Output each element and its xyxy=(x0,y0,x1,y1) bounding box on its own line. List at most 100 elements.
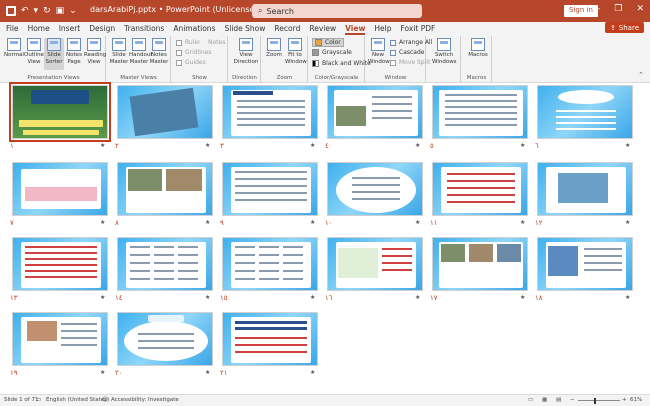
slide-thumbnail[interactable] xyxy=(222,85,318,139)
zoom-label-line1: Zoom xyxy=(266,52,282,58)
minimize-icon[interactable]: — xyxy=(591,4,600,14)
zoom-slider[interactable] xyxy=(578,400,620,401)
reading-view-button[interactable]: Reading View xyxy=(84,38,106,65)
slide-thumbnail[interactable] xyxy=(12,237,108,291)
search-input[interactable]: ⌕ Search xyxy=(252,4,422,18)
zoom-level[interactable]: 61% xyxy=(630,397,642,403)
share-button[interactable]: ⇪ Share xyxy=(604,22,644,33)
guides-checkbox[interactable]: Guides xyxy=(176,59,206,66)
language-icon[interactable]: ▭ xyxy=(36,397,41,403)
handout-master-button[interactable]: Handout Master xyxy=(129,38,153,65)
slide-sorter-view-icon[interactable]: ▦ xyxy=(542,397,547,403)
slide-thumbnail[interactable] xyxy=(327,162,423,216)
slide-thumbnail[interactable] xyxy=(327,237,423,291)
slide-thumbnail[interactable] xyxy=(9,82,111,142)
search-icon: ⌕ xyxy=(258,6,263,15)
black-and-white-button[interactable]: Black and White xyxy=(312,60,371,67)
title-tag xyxy=(148,315,184,322)
slide-thumbnail[interactable] xyxy=(12,162,108,216)
slide-thumbnail[interactable] xyxy=(117,85,213,139)
slide-thumbnail[interactable] xyxy=(432,85,528,139)
tab-view[interactable]: View xyxy=(345,24,366,35)
slide-thumbnail[interactable] xyxy=(222,237,318,291)
content-card xyxy=(231,167,311,213)
normal-view-button[interactable]: Normal xyxy=(4,38,24,59)
slide-thumbnail[interactable] xyxy=(432,237,528,291)
ribbon-tabs: File Home Insert Design Transitions Animation… xyxy=(0,22,650,35)
slide-thumbnail[interactable] xyxy=(432,162,528,216)
arrange-all-button[interactable]: Arrange All xyxy=(390,39,432,46)
zoom-button[interactable]: Zoom xyxy=(264,38,284,59)
tab-review[interactable]: Review xyxy=(309,24,336,33)
text-line xyxy=(237,106,305,108)
zoom-out-button[interactable]: − xyxy=(570,397,575,403)
notes-master-button[interactable]: Notes Master xyxy=(149,38,169,65)
tab-help[interactable]: Help xyxy=(374,24,391,33)
quick-access-toolbar: ↶ ▾ ↻ ▣ ⌄ xyxy=(0,6,77,16)
gridlines-checkbox[interactable]: Gridlines xyxy=(176,49,212,56)
present-icon[interactable]: ▣ xyxy=(56,6,65,16)
undo-dropdown-icon[interactable]: ▾ xyxy=(34,6,39,16)
undo-icon[interactable]: ↶ xyxy=(21,6,29,16)
save-icon[interactable] xyxy=(6,6,16,16)
outline-view-button[interactable]: Outline View xyxy=(24,38,44,65)
slide-thumbnail[interactable] xyxy=(117,237,213,291)
slide-master-button[interactable]: Slide Master xyxy=(109,38,129,65)
notes-page-button[interactable]: Notes Page xyxy=(64,38,84,65)
grayscale-button[interactable]: Grayscale xyxy=(312,49,352,56)
accessibility-status[interactable]: Accessibility: Investigate xyxy=(111,397,179,403)
window-group: New Window Arrange All Cascade Move Spli… xyxy=(366,36,432,82)
ruler-checkbox[interactable]: Ruler xyxy=(176,39,201,46)
color-button[interactable]: Color xyxy=(312,38,344,47)
slide-thumbnail[interactable] xyxy=(537,237,633,291)
reading-view-icon[interactable]: ▤ xyxy=(556,397,561,403)
tab-foxit-pdf[interactable]: Foxit PDF xyxy=(400,24,435,33)
slide-thumbnail[interactable] xyxy=(117,312,213,366)
slide-thumbnail[interactable] xyxy=(327,85,423,139)
slide-thumbnail[interactable] xyxy=(117,162,213,216)
title-banner xyxy=(31,90,89,104)
normal-view-icon[interactable]: ▭ xyxy=(528,397,533,403)
table-cell xyxy=(283,270,303,272)
move-split-button[interactable]: Move Split xyxy=(390,59,430,66)
text-line xyxy=(237,118,305,120)
tab-transitions[interactable]: Transitions xyxy=(124,24,164,33)
zoom-group: Zoom Fit to Window Zoom xyxy=(262,36,308,82)
slide-thumbnail[interactable] xyxy=(537,162,633,216)
zoom-in-button[interactable]: + xyxy=(622,397,627,403)
tab-animations[interactable]: Animations xyxy=(173,24,215,33)
table-cell xyxy=(235,270,255,272)
slide-thumbnail[interactable] xyxy=(222,312,318,366)
collapse-ribbon-icon[interactable]: ⌃ xyxy=(638,71,644,79)
tab-insert[interactable]: Insert xyxy=(59,24,81,33)
slide-number: ١٤ xyxy=(115,294,123,302)
close-icon[interactable]: ✕ xyxy=(636,4,644,14)
restore-icon[interactable]: ❐ xyxy=(614,4,622,14)
redo-icon[interactable]: ↻ xyxy=(43,6,51,16)
fit-to-window-button[interactable]: Fit to Window xyxy=(285,38,307,65)
macros-button[interactable]: Macros xyxy=(466,38,490,58)
switch-windows-button[interactable]: Switch Windows xyxy=(432,38,457,65)
tab-record[interactable]: Record xyxy=(274,24,300,33)
slide-sorter-icon xyxy=(47,38,61,51)
customize-qat-icon[interactable]: ⌄ xyxy=(69,6,77,16)
cascade-button[interactable]: Cascade xyxy=(390,49,424,56)
slide-thumbnail[interactable] xyxy=(222,162,318,216)
tab-home[interactable]: Home xyxy=(28,24,50,33)
tab-slide-show[interactable]: Slide Show xyxy=(224,24,265,33)
move-split-icon xyxy=(390,59,396,66)
zoom-slider-thumb[interactable] xyxy=(594,398,596,404)
tab-file[interactable]: File xyxy=(6,24,19,33)
accessibility-icon[interactable]: ☺ xyxy=(102,397,108,403)
language-status[interactable]: English (United States) xyxy=(46,397,109,403)
tab-design[interactable]: Design xyxy=(89,24,115,33)
notes-button[interactable]: Notes xyxy=(208,39,225,46)
text-line xyxy=(372,103,412,105)
slide-thumbnail[interactable] xyxy=(12,312,108,366)
slide-sorter-button[interactable]: Slide Sorter xyxy=(44,38,64,70)
direction-label: Direction xyxy=(232,75,257,81)
handout-master-icon xyxy=(132,38,146,51)
slide-thumbnail[interactable] xyxy=(537,85,633,139)
new-window-button[interactable]: New Window xyxy=(368,38,390,65)
view-direction-button[interactable]: View Direction xyxy=(233,38,259,65)
